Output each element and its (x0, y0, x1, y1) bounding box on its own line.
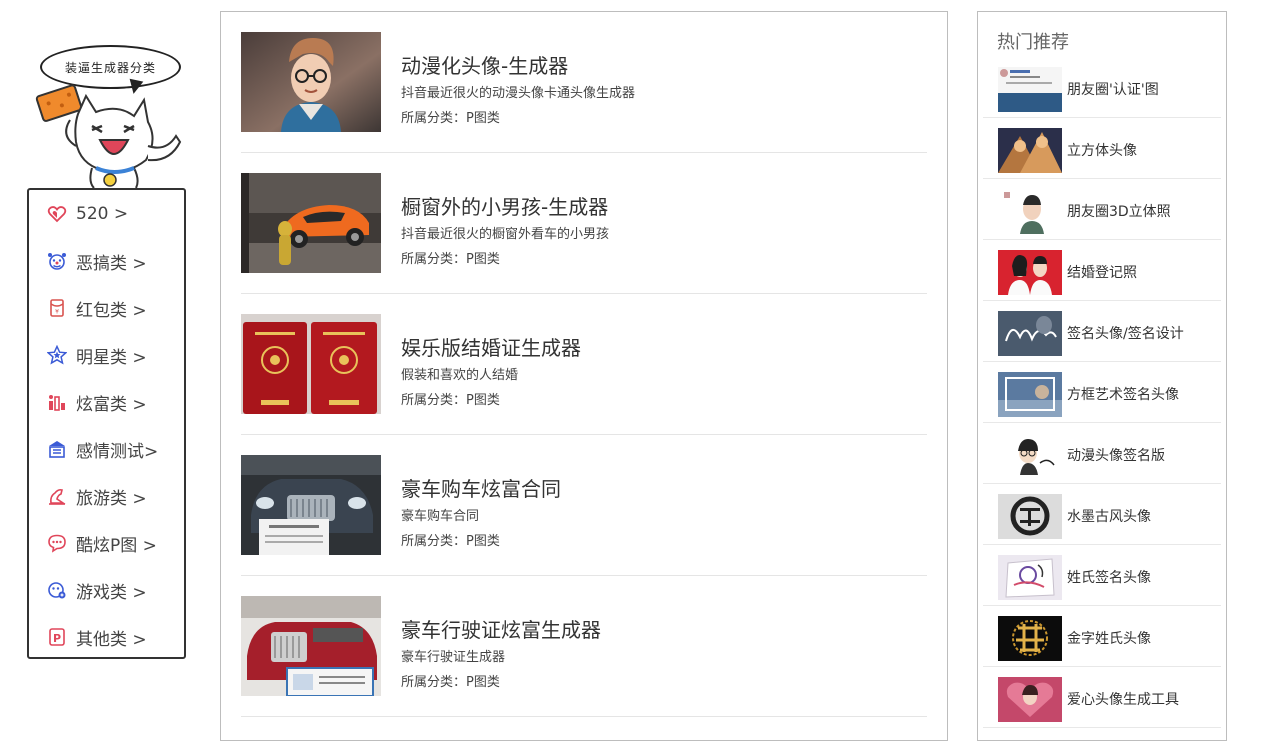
heart-icon (47, 206, 67, 223)
entry-category: 所属分类：P图类 (401, 534, 500, 549)
hot-title: 热门推荐 (997, 32, 1069, 53)
hot-item-label: 立方体头像 (1067, 143, 1137, 159)
entry-title[interactable]: 娱乐版结婚证生成器 (401, 332, 581, 361)
svg-text:¥: ¥ (55, 309, 59, 316)
entry-title[interactable]: 豪车行驶证炫富生成器 (401, 614, 601, 643)
hot-item-thumbnail (998, 616, 1062, 661)
hot-item-thumbnail (998, 433, 1062, 478)
hot-item[interactable]: 动漫头像签名版 (983, 423, 1221, 484)
hot-item-thumbnail (998, 311, 1062, 356)
hot-item-label: 水墨古风头像 (1067, 509, 1151, 525)
hot-recommendations: 热门推荐 朋友圈'认证'图 立方体头像 朋友圈3D立体照 结婚登记照 签名头像/… (977, 11, 1227, 741)
category-label: 520 > (76, 204, 129, 224)
category-label: 游戏类 > (76, 582, 147, 603)
hot-item-label: 爱心头像生成工具 (1067, 692, 1179, 708)
category-item-prank[interactable]: 恶搞类 > (47, 249, 147, 274)
mascot-illustration: 装逼生成器分类 (30, 40, 188, 188)
hot-item-thumbnail (998, 250, 1062, 295)
money-bars-icon (49, 395, 65, 411)
category-item-520[interactable]: 520 > (47, 202, 128, 226)
category-item-red-envelope[interactable]: ¥ 红包类 > (47, 296, 147, 321)
hot-item-label: 朋友圈'认证'图 (1067, 82, 1159, 98)
category-item-celebrity[interactable]: 明星类 > (47, 343, 147, 368)
hot-item[interactable]: 朋友圈3D立体照 (983, 179, 1221, 240)
category-label: 红包类 > (76, 300, 147, 321)
category-item-love-test[interactable]: 感情测试> (47, 437, 159, 462)
category-label: 其他类 > (76, 629, 147, 650)
entry-title[interactable]: 豪车购车炫富合同 (401, 473, 561, 502)
category-item-cool-photoshop[interactable]: 酷炫P图 > (47, 531, 157, 556)
hot-item[interactable]: 方框艺术签名头像 (983, 362, 1221, 423)
hot-item[interactable]: 立方体头像 (983, 118, 1221, 179)
entry-category: 所属分类：P图类 (401, 111, 500, 126)
hot-item[interactable]: 姓氏签名头像 (983, 545, 1221, 606)
hot-item-label: 金字姓氏头像 (1067, 631, 1151, 647)
list-item[interactable]: 豪车行驶证炫富生成器 豪车行驶证生成器 所属分类：P图类 (241, 576, 927, 717)
anime-avatar-thumbnail[interactable] (241, 32, 381, 132)
category-label: 恶搞类 > (76, 253, 147, 274)
boy-outside-window-thumbnail[interactable] (241, 173, 381, 273)
category-label: 感情测试> (76, 441, 159, 462)
chat-bubble-icon (48, 534, 66, 553)
entry-category: 所属分类：P图类 (401, 393, 500, 408)
list-item[interactable]: 娱乐版结婚证生成器 假装和喜欢的人结婚 所属分类：P图类 (241, 294, 927, 435)
category-label: 炫富类 > (76, 394, 147, 415)
hot-item[interactable]: 朋友圈'认证'图 (983, 57, 1221, 118)
hot-item-thumbnail (998, 128, 1062, 173)
hot-item[interactable]: 签名头像/签名设计 (983, 301, 1221, 362)
hot-item-thumbnail (998, 189, 1062, 234)
hot-item[interactable]: 金字姓氏头像 (983, 606, 1221, 667)
category-item-show-wealth[interactable]: 炫富类 > (47, 390, 147, 415)
hot-item-thumbnail (998, 494, 1062, 539)
hot-item-thumbnail (998, 555, 1062, 600)
category-item-games[interactable]: 游戏类 > (47, 578, 147, 603)
hot-item[interactable]: 爱心头像生成工具 (983, 667, 1221, 728)
category-item-other[interactable]: P 其他类 > (47, 625, 147, 650)
gamepad-icon (48, 582, 66, 599)
hot-item-label: 朋友圈3D立体照 (1067, 204, 1171, 220)
clown-face-icon (48, 253, 66, 270)
entry-description: 抖音最近很火的动漫头像卡通头像生成器 (401, 86, 636, 101)
hot-item-thumbnail (998, 67, 1062, 112)
category-label: 旅游类 > (76, 488, 147, 509)
hot-item-label: 签名头像/签名设计 (1067, 326, 1184, 342)
entry-description: 豪车购车合同 (401, 509, 480, 524)
entry-description: 假装和喜欢的人结婚 (401, 368, 519, 383)
cat-mascot-icon (35, 84, 182, 188)
category-label: 酷炫P图 > (76, 535, 157, 556)
generator-list: 动漫化头像-生成器 抖音最近很火的动漫头像卡通头像生成器 所属分类：P图类 橱窗… (220, 11, 948, 741)
entry-description: 抖音最近很火的橱窗外看车的小男孩 (401, 227, 610, 242)
hot-item-label: 姓氏签名头像 (1067, 570, 1151, 586)
red-envelope-icon: ¥ (50, 299, 64, 317)
list-item[interactable]: 动漫化头像-生成器 抖音最近很火的动漫头像卡通头像生成器 所属分类：P图类 (241, 12, 927, 153)
p-badge-icon: P (49, 628, 65, 646)
category-label: 明星类 > (76, 347, 147, 368)
hot-item-label: 方框艺术签名头像 (1067, 387, 1179, 403)
list-item[interactable]: 橱窗外的小男孩-生成器 抖音最近很火的橱窗外看车的小男孩 所属分类：P图类 (241, 153, 927, 294)
list-item[interactable]: 豪车购车炫富合同 豪车购车合同 所属分类：P图类 (241, 435, 927, 576)
hot-item-label: 结婚登记照 (1067, 265, 1137, 281)
hot-item[interactable]: 结婚登记照 (983, 240, 1221, 301)
category-item-travel[interactable]: 旅游类 > (47, 484, 147, 509)
svg-text:P: P (53, 632, 61, 645)
travel-icon (49, 489, 66, 505)
luxury-car-contract-thumbnail[interactable] (241, 455, 381, 555)
star-badge-icon (47, 345, 67, 365)
entry-title[interactable]: 橱窗外的小男孩-生成器 (401, 191, 608, 220)
entry-title[interactable]: 动漫化头像-生成器 (401, 50, 568, 79)
hot-item-thumbnail (998, 372, 1062, 417)
category-menu: 520 > 恶搞类 > ¥ 红包类 > 明星类 > 炫富类 > 感情测试> 旅游… (27, 188, 186, 659)
entry-category: 所属分类：P图类 (401, 675, 500, 690)
entry-description: 豪车行驶证生成器 (401, 650, 506, 665)
luxury-car-license-thumbnail[interactable] (241, 596, 381, 696)
hot-item[interactable]: 水墨古风头像 (983, 484, 1221, 545)
entry-category: 所属分类：P图类 (401, 252, 500, 267)
hot-item-label: 动漫头像签名版 (1067, 448, 1165, 464)
building-icon (49, 441, 65, 458)
marriage-certificate-thumbnail[interactable] (241, 314, 381, 414)
hot-item-thumbnail (998, 677, 1062, 722)
